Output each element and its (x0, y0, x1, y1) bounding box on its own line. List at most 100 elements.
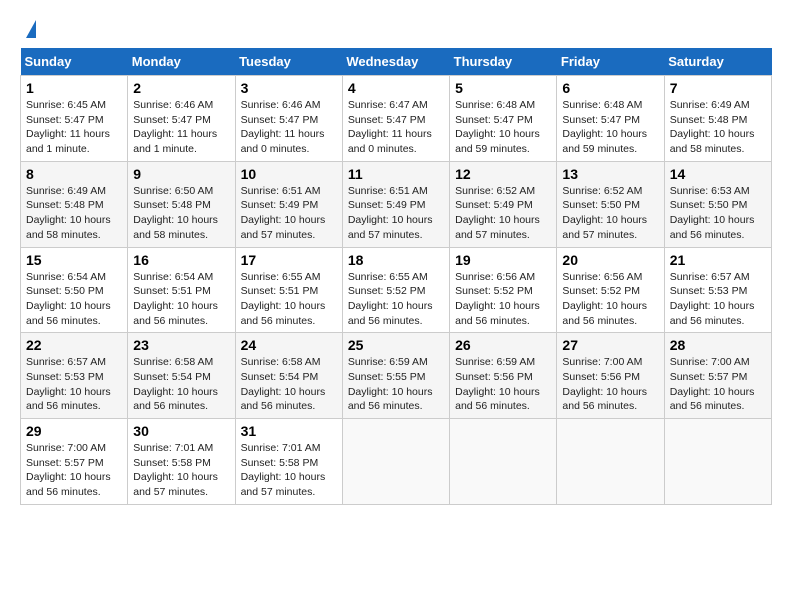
day-info: Sunrise: 6:55 AMSunset: 5:52 PMDaylight:… (348, 270, 444, 329)
calendar-week-row: 29 Sunrise: 7:00 AMSunset: 5:57 PMDaylig… (21, 419, 772, 505)
day-info: Sunrise: 6:59 AMSunset: 5:56 PMDaylight:… (455, 355, 551, 414)
calendar-cell: 9 Sunrise: 6:50 AMSunset: 5:48 PMDayligh… (128, 161, 235, 247)
calendar-week-row: 8 Sunrise: 6:49 AMSunset: 5:48 PMDayligh… (21, 161, 772, 247)
day-number: 2 (133, 80, 229, 96)
calendar-week-row: 15 Sunrise: 6:54 AMSunset: 5:50 PMDaylig… (21, 247, 772, 333)
calendar-cell: 14 Sunrise: 6:53 AMSunset: 5:50 PMDaylig… (664, 161, 771, 247)
day-info: Sunrise: 7:00 AMSunset: 5:56 PMDaylight:… (562, 355, 658, 414)
header-thursday: Thursday (450, 48, 557, 76)
day-info: Sunrise: 6:47 AMSunset: 5:47 PMDaylight:… (348, 98, 444, 157)
header-monday: Monday (128, 48, 235, 76)
calendar-cell: 15 Sunrise: 6:54 AMSunset: 5:50 PMDaylig… (21, 247, 128, 333)
calendar-cell (557, 419, 664, 505)
day-info: Sunrise: 6:58 AMSunset: 5:54 PMDaylight:… (133, 355, 229, 414)
day-number: 17 (241, 252, 337, 268)
day-info: Sunrise: 6:46 AMSunset: 5:47 PMDaylight:… (241, 98, 337, 157)
day-info: Sunrise: 6:55 AMSunset: 5:51 PMDaylight:… (241, 270, 337, 329)
day-number: 4 (348, 80, 444, 96)
day-info: Sunrise: 6:49 AMSunset: 5:48 PMDaylight:… (670, 98, 766, 157)
header-sunday: Sunday (21, 48, 128, 76)
day-number: 13 (562, 166, 658, 182)
day-number: 9 (133, 166, 229, 182)
day-info: Sunrise: 6:46 AMSunset: 5:47 PMDaylight:… (133, 98, 229, 157)
day-number: 16 (133, 252, 229, 268)
header-wednesday: Wednesday (342, 48, 449, 76)
day-number: 19 (455, 252, 551, 268)
calendar-cell: 18 Sunrise: 6:55 AMSunset: 5:52 PMDaylig… (342, 247, 449, 333)
calendar-cell: 13 Sunrise: 6:52 AMSunset: 5:50 PMDaylig… (557, 161, 664, 247)
day-number: 10 (241, 166, 337, 182)
day-number: 18 (348, 252, 444, 268)
day-number: 23 (133, 337, 229, 353)
day-info: Sunrise: 6:48 AMSunset: 5:47 PMDaylight:… (455, 98, 551, 157)
calendar-cell: 19 Sunrise: 6:56 AMSunset: 5:52 PMDaylig… (450, 247, 557, 333)
calendar-cell: 10 Sunrise: 6:51 AMSunset: 5:49 PMDaylig… (235, 161, 342, 247)
day-info: Sunrise: 6:52 AMSunset: 5:49 PMDaylight:… (455, 184, 551, 243)
calendar-cell: 11 Sunrise: 6:51 AMSunset: 5:49 PMDaylig… (342, 161, 449, 247)
day-number: 26 (455, 337, 551, 353)
day-info: Sunrise: 7:01 AMSunset: 5:58 PMDaylight:… (241, 441, 337, 500)
day-number: 8 (26, 166, 122, 182)
day-info: Sunrise: 6:58 AMSunset: 5:54 PMDaylight:… (241, 355, 337, 414)
day-info: Sunrise: 7:01 AMSunset: 5:58 PMDaylight:… (133, 441, 229, 500)
logo (20, 20, 36, 38)
day-number: 14 (670, 166, 766, 182)
day-number: 31 (241, 423, 337, 439)
day-number: 28 (670, 337, 766, 353)
day-info: Sunrise: 6:51 AMSunset: 5:49 PMDaylight:… (348, 184, 444, 243)
day-info: Sunrise: 7:00 AMSunset: 5:57 PMDaylight:… (670, 355, 766, 414)
day-number: 11 (348, 166, 444, 182)
day-info: Sunrise: 6:53 AMSunset: 5:50 PMDaylight:… (670, 184, 766, 243)
day-info: Sunrise: 6:49 AMSunset: 5:48 PMDaylight:… (26, 184, 122, 243)
header-friday: Friday (557, 48, 664, 76)
calendar-cell: 24 Sunrise: 6:58 AMSunset: 5:54 PMDaylig… (235, 333, 342, 419)
day-number: 5 (455, 80, 551, 96)
day-info: Sunrise: 6:56 AMSunset: 5:52 PMDaylight:… (562, 270, 658, 329)
day-number: 20 (562, 252, 658, 268)
day-number: 25 (348, 337, 444, 353)
calendar-cell: 6 Sunrise: 6:48 AMSunset: 5:47 PMDayligh… (557, 76, 664, 162)
day-number: 21 (670, 252, 766, 268)
calendar-cell: 30 Sunrise: 7:01 AMSunset: 5:58 PMDaylig… (128, 419, 235, 505)
calendar-week-row: 1 Sunrise: 6:45 AMSunset: 5:47 PMDayligh… (21, 76, 772, 162)
calendar-cell: 21 Sunrise: 6:57 AMSunset: 5:53 PMDaylig… (664, 247, 771, 333)
calendar-cell: 17 Sunrise: 6:55 AMSunset: 5:51 PMDaylig… (235, 247, 342, 333)
day-info: Sunrise: 6:50 AMSunset: 5:48 PMDaylight:… (133, 184, 229, 243)
day-number: 3 (241, 80, 337, 96)
day-info: Sunrise: 6:48 AMSunset: 5:47 PMDaylight:… (562, 98, 658, 157)
calendar-cell: 12 Sunrise: 6:52 AMSunset: 5:49 PMDaylig… (450, 161, 557, 247)
day-number: 27 (562, 337, 658, 353)
day-number: 30 (133, 423, 229, 439)
calendar-cell: 22 Sunrise: 6:57 AMSunset: 5:53 PMDaylig… (21, 333, 128, 419)
day-number: 29 (26, 423, 122, 439)
day-info: Sunrise: 6:52 AMSunset: 5:50 PMDaylight:… (562, 184, 658, 243)
day-info: Sunrise: 6:57 AMSunset: 5:53 PMDaylight:… (26, 355, 122, 414)
calendar-cell: 2 Sunrise: 6:46 AMSunset: 5:47 PMDayligh… (128, 76, 235, 162)
calendar-cell: 20 Sunrise: 6:56 AMSunset: 5:52 PMDaylig… (557, 247, 664, 333)
calendar-cell: 29 Sunrise: 7:00 AMSunset: 5:57 PMDaylig… (21, 419, 128, 505)
calendar-header-row: SundayMondayTuesdayWednesdayThursdayFrid… (21, 48, 772, 76)
calendar-cell: 31 Sunrise: 7:01 AMSunset: 5:58 PMDaylig… (235, 419, 342, 505)
day-number: 24 (241, 337, 337, 353)
calendar-cell: 26 Sunrise: 6:59 AMSunset: 5:56 PMDaylig… (450, 333, 557, 419)
calendar-cell: 5 Sunrise: 6:48 AMSunset: 5:47 PMDayligh… (450, 76, 557, 162)
calendar-cell (450, 419, 557, 505)
day-info: Sunrise: 6:51 AMSunset: 5:49 PMDaylight:… (241, 184, 337, 243)
calendar-cell (664, 419, 771, 505)
calendar-cell: 27 Sunrise: 7:00 AMSunset: 5:56 PMDaylig… (557, 333, 664, 419)
calendar-cell: 8 Sunrise: 6:49 AMSunset: 5:48 PMDayligh… (21, 161, 128, 247)
calendar-cell: 28 Sunrise: 7:00 AMSunset: 5:57 PMDaylig… (664, 333, 771, 419)
calendar-cell: 7 Sunrise: 6:49 AMSunset: 5:48 PMDayligh… (664, 76, 771, 162)
calendar-cell: 1 Sunrise: 6:45 AMSunset: 5:47 PMDayligh… (21, 76, 128, 162)
header-tuesday: Tuesday (235, 48, 342, 76)
calendar-week-row: 22 Sunrise: 6:57 AMSunset: 5:53 PMDaylig… (21, 333, 772, 419)
day-number: 7 (670, 80, 766, 96)
page-header (20, 20, 772, 38)
day-info: Sunrise: 6:57 AMSunset: 5:53 PMDaylight:… (670, 270, 766, 329)
calendar-cell: 23 Sunrise: 6:58 AMSunset: 5:54 PMDaylig… (128, 333, 235, 419)
day-info: Sunrise: 6:54 AMSunset: 5:51 PMDaylight:… (133, 270, 229, 329)
calendar-table: SundayMondayTuesdayWednesdayThursdayFrid… (20, 48, 772, 505)
calendar-cell: 3 Sunrise: 6:46 AMSunset: 5:47 PMDayligh… (235, 76, 342, 162)
day-number: 6 (562, 80, 658, 96)
day-info: Sunrise: 6:54 AMSunset: 5:50 PMDaylight:… (26, 270, 122, 329)
